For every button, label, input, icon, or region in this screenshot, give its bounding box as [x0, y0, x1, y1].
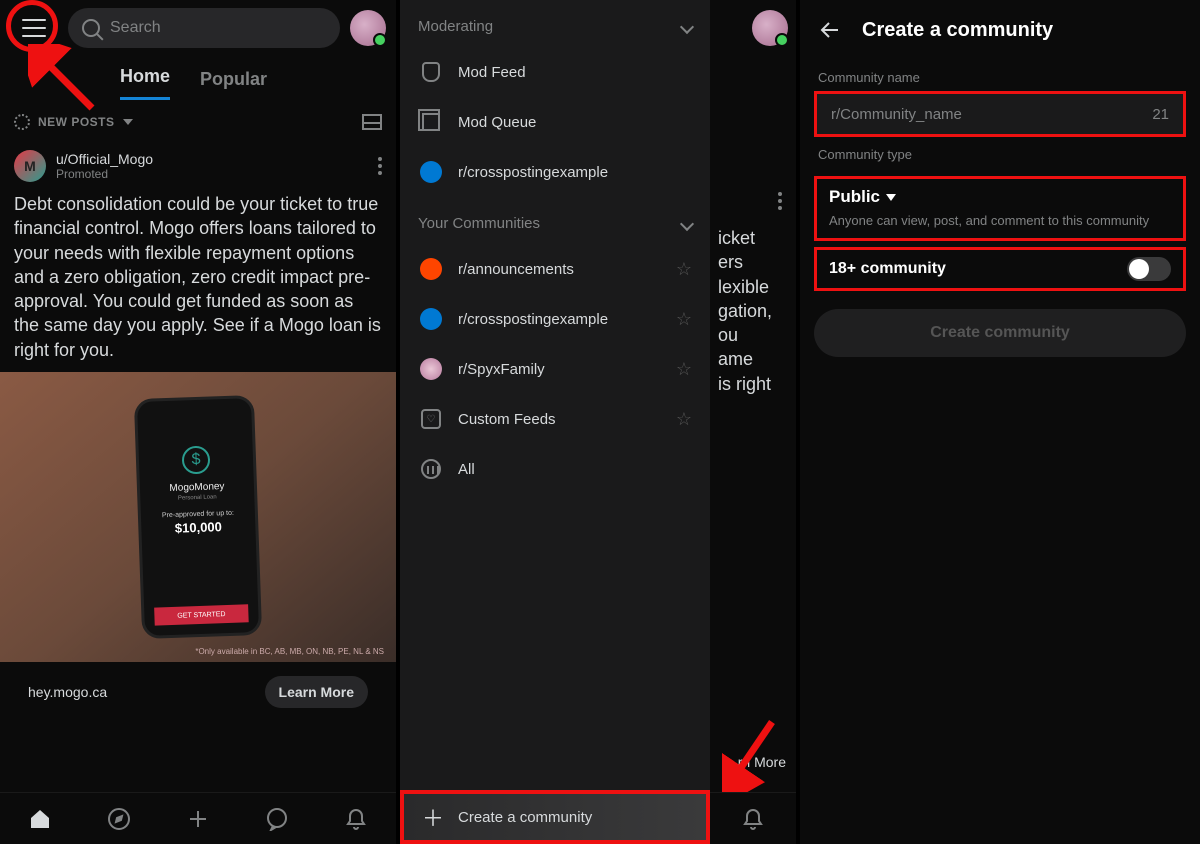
- partial-learn-more: rn More: [738, 754, 786, 770]
- post-image[interactable]: $ MogoMoney Personal Loan Pre-approved f…: [0, 372, 396, 662]
- post-avatar[interactable]: M: [14, 150, 46, 182]
- your-communities-label: Your Communities: [418, 215, 540, 232]
- drawer-item-label: Mod Feed: [458, 64, 526, 81]
- community-name-char-count: 21: [1152, 106, 1169, 123]
- menu-button[interactable]: [10, 4, 58, 52]
- community-icon: [420, 258, 442, 280]
- partial-post-text: icketerslexiblegation,ouameis right: [718, 226, 788, 396]
- nav-create-button[interactable]: [185, 806, 211, 832]
- phone-amount: $10,000: [175, 519, 222, 536]
- learn-more-button[interactable]: Learn More: [265, 676, 368, 708]
- tab-home[interactable]: Home: [120, 66, 170, 100]
- drawer-item-crossposting-mod[interactable]: r/crosspostingexample: [400, 147, 710, 197]
- all-icon: [421, 459, 441, 479]
- drawer-item-mod-feed[interactable]: Mod Feed: [400, 47, 710, 97]
- drawer-section-your-communities[interactable]: Your Communities: [400, 197, 710, 244]
- drawer-item-label: Mod Queue: [458, 114, 536, 131]
- community-name-placeholder: r/Community_name: [831, 106, 962, 123]
- chevron-down-icon: [123, 119, 133, 125]
- community-icon: [420, 308, 442, 330]
- drawer-item-label: Custom Feeds: [458, 411, 556, 428]
- favorite-star-icon[interactable]: ☆: [676, 309, 692, 330]
- adult-community-label: 18+ community: [829, 260, 946, 278]
- create-community-label: Create a community: [458, 809, 592, 826]
- avatar[interactable]: [350, 10, 386, 46]
- post-more-button[interactable]: [378, 157, 382, 175]
- search-input[interactable]: Search: [68, 8, 340, 48]
- create-community-submit-button[interactable]: Create community: [814, 309, 1186, 357]
- side-drawer: Moderating Mod Feed Mod Queue r/crosspos…: [400, 0, 710, 844]
- tab-popular[interactable]: Popular: [200, 69, 267, 100]
- post-promoted-label: Promoted: [56, 167, 153, 181]
- image-disclaimer: *Only available in BC, AB, MB, ON, NB, P…: [195, 647, 384, 656]
- caret-down-icon: [886, 194, 896, 201]
- background-feed-partial: icketerslexiblegation,ouameis right rn M…: [710, 0, 796, 844]
- nav-inbox-button[interactable]: [740, 806, 766, 832]
- drawer-item-label: r/crosspostingexample: [458, 164, 608, 181]
- search-icon: [82, 19, 100, 37]
- drawer-item-label: r/SpyxFamily: [458, 361, 545, 378]
- community-name-input[interactable]: r/Community_name 21: [814, 91, 1186, 137]
- adult-community-row: 18+ community: [814, 247, 1186, 291]
- favorite-star-icon[interactable]: ☆: [676, 259, 692, 280]
- create-community-button[interactable]: ＋ Create a community: [400, 790, 710, 844]
- sparkle-icon: [14, 114, 30, 130]
- nav-chat-button[interactable]: [264, 806, 290, 832]
- chevron-down-icon: [680, 19, 694, 33]
- back-button[interactable]: [818, 18, 842, 42]
- drawer-item-label: r/crosspostingexample: [458, 311, 608, 328]
- nav-inbox-button[interactable]: [343, 806, 369, 832]
- feed-sort-label: NEW POSTS: [38, 115, 115, 129]
- plus-icon: ＋: [422, 801, 444, 833]
- community-icon: [420, 358, 442, 380]
- custom-feeds-icon: ♡: [421, 409, 441, 429]
- community-type-value: Public: [829, 187, 880, 207]
- dollar-icon: $: [182, 446, 211, 475]
- drawer-item-mod-queue[interactable]: Mod Queue: [400, 97, 710, 147]
- annotation-red-circle: [6, 0, 58, 52]
- post-body-text: Debt consolidation could be your ticket …: [14, 192, 382, 362]
- phone-cta: GET STARTED: [154, 604, 249, 625]
- community-type-selector[interactable]: Public Anyone can view, post, and commen…: [814, 176, 1186, 241]
- phone-mock: $ MogoMoney Personal Loan Pre-approved f…: [134, 395, 262, 639]
- post-more-button[interactable]: [778, 192, 782, 210]
- phone-sub: Personal Loan: [178, 494, 217, 501]
- annotation-arrow-icon: [722, 712, 782, 792]
- favorite-star-icon[interactable]: ☆: [676, 409, 692, 430]
- avatar[interactable]: [752, 10, 788, 46]
- adult-community-toggle[interactable]: [1127, 257, 1171, 281]
- drawer-item-announcements[interactable]: r/announcements ☆: [400, 244, 710, 294]
- drawer-section-moderating[interactable]: Moderating: [400, 0, 710, 47]
- search-placeholder: Search: [110, 19, 161, 37]
- feed-sort-button[interactable]: NEW POSTS: [14, 114, 133, 130]
- drawer-item-custom-feeds[interactable]: ♡ Custom Feeds ☆: [400, 394, 710, 444]
- page-title: Create a community: [862, 19, 1053, 42]
- post-link[interactable]: hey.mogo.ca: [28, 684, 107, 700]
- bottom-nav: [0, 792, 396, 844]
- promoted-post: M u/Official_Mogo Promoted Debt consolid…: [0, 144, 396, 722]
- queue-icon: [422, 113, 440, 131]
- shield-icon: [422, 62, 440, 82]
- drawer-item-spyxfamily[interactable]: r/SpyxFamily ☆: [400, 344, 710, 394]
- chevron-down-icon: [680, 216, 694, 230]
- community-name-label: Community name: [800, 60, 1200, 91]
- community-type-description: Anyone can view, post, and comment to th…: [829, 213, 1171, 228]
- community-icon: [420, 161, 442, 183]
- drawer-item-all[interactable]: All: [400, 444, 710, 494]
- nav-discover-button[interactable]: [106, 806, 132, 832]
- drawer-item-crossposting[interactable]: r/crosspostingexample ☆: [400, 294, 710, 344]
- drawer-item-label: r/announcements: [458, 261, 574, 278]
- layout-toggle-button[interactable]: [362, 114, 382, 130]
- phone-pretext: Pre-approved for up to:: [162, 510, 234, 520]
- phone-brand: MogoMoney: [169, 481, 224, 494]
- favorite-star-icon[interactable]: ☆: [676, 359, 692, 380]
- post-username[interactable]: u/Official_Mogo: [56, 151, 153, 167]
- moderating-label: Moderating: [418, 18, 493, 35]
- drawer-item-label: All: [458, 461, 475, 478]
- nav-home-button[interactable]: [27, 806, 53, 832]
- community-type-label: Community type: [800, 137, 1200, 168]
